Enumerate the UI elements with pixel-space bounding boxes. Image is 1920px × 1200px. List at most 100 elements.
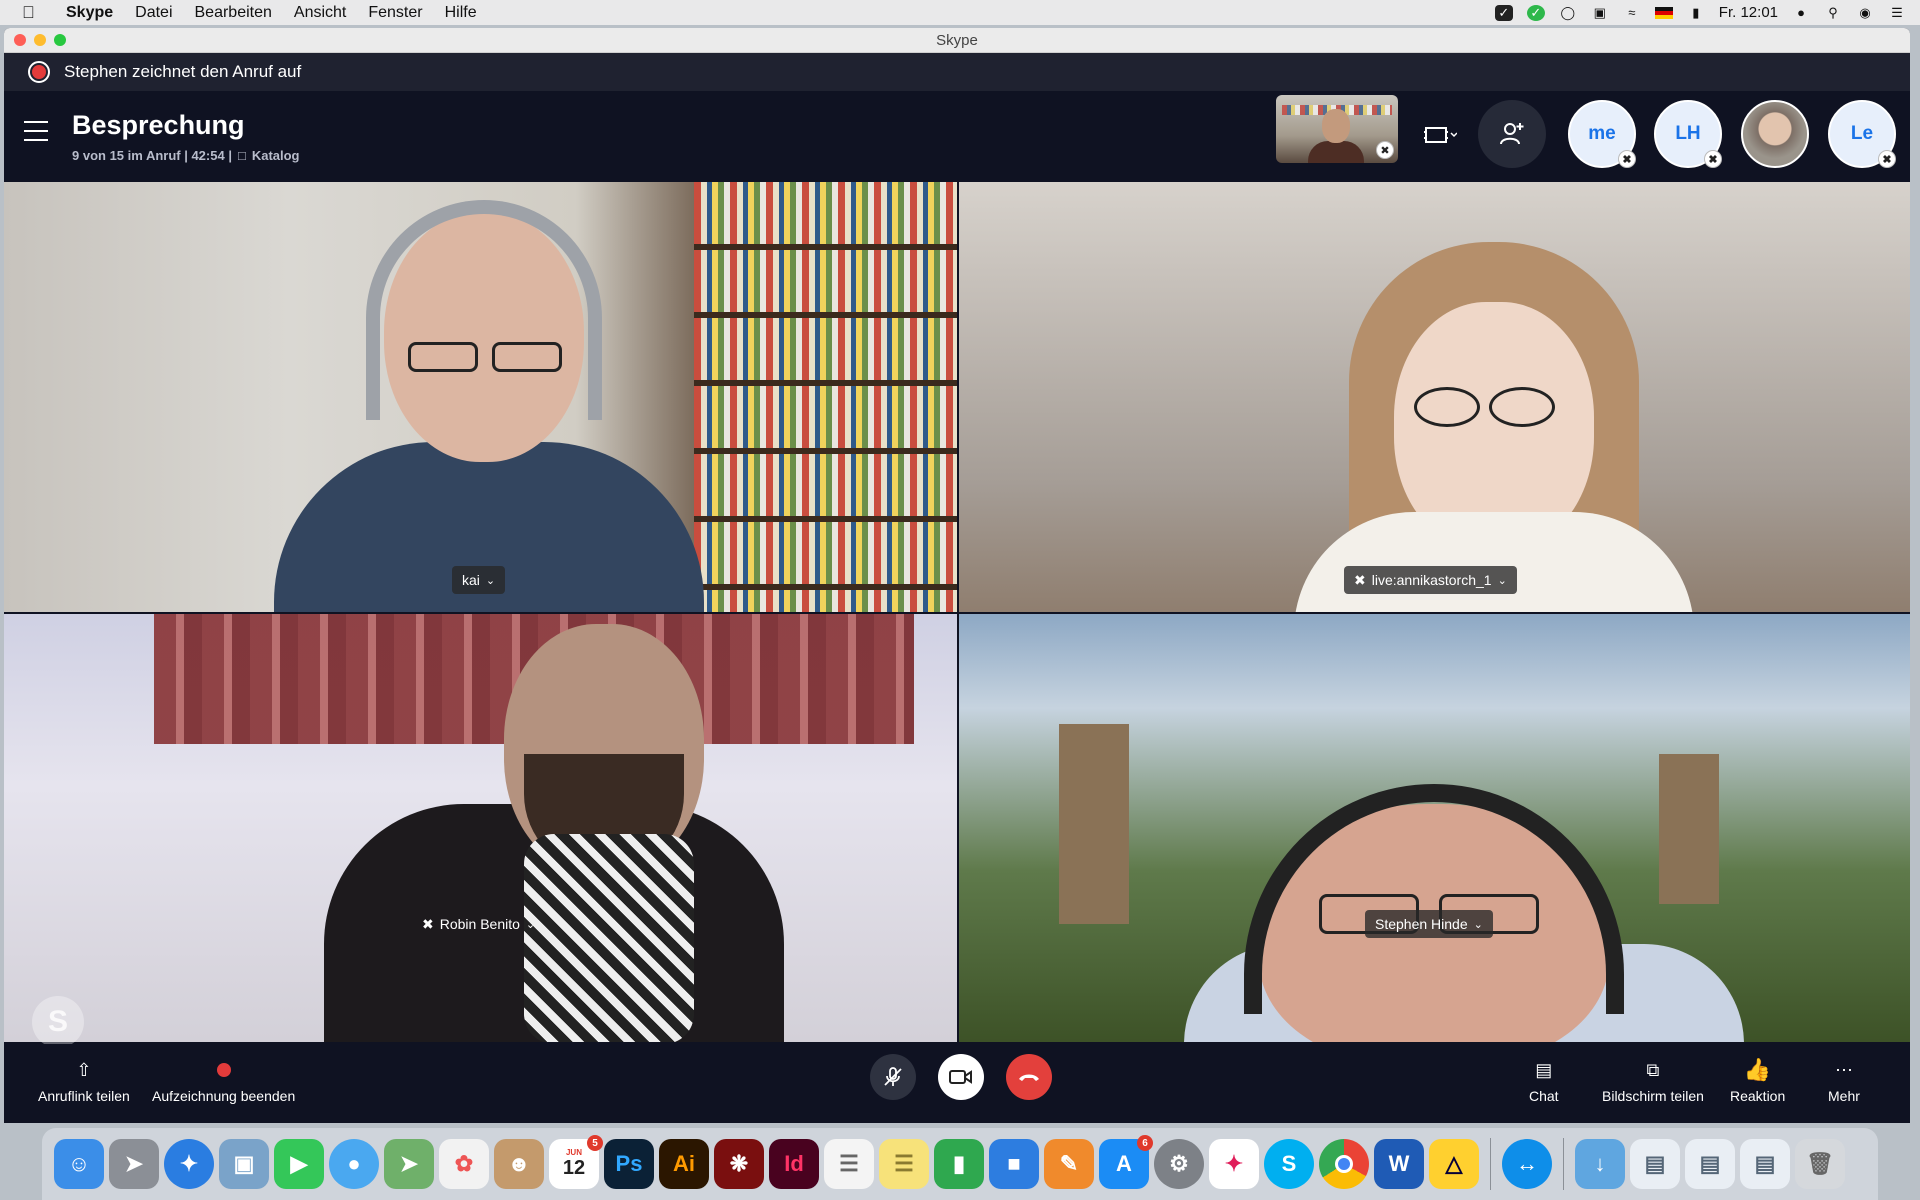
dock-pages-icon[interactable]: ✎ <box>1044 1139 1094 1189</box>
dock-window-thumbnail-icon[interactable]: ▤ <box>1630 1139 1680 1189</box>
display-icon[interactable]: ▣ <box>1591 5 1609 21</box>
share-link-button[interactable]: ⇧ Anruflink teilen <box>38 1058 130 1105</box>
video-tile-annikastorch[interactable]: ✖ live:annikastorch_1 ⌄ <box>959 182 1910 612</box>
participant-avatar-lh[interactable]: LH ✖ <box>1654 100 1722 168</box>
bridge-tower-right <box>1659 754 1719 904</box>
dock-appstore-icon[interactable]: A6 <box>1099 1135 1153 1189</box>
stop-recording-label: Aufzeichnung beenden <box>152 1088 296 1104</box>
share-screen-button[interactable]: ⧉ Bildschirm teilen <box>1602 1058 1704 1105</box>
participant-name-pill[interactable]: Stephen Hinde ⌄ <box>1365 910 1493 938</box>
dock-word-icon[interactable]: W <box>1374 1139 1424 1189</box>
share-link-label: Anruflink teilen <box>38 1088 130 1104</box>
creative-cloud-icon[interactable]: ◯ <box>1559 5 1577 21</box>
toggle-video-button[interactable] <box>938 1054 984 1100</box>
menu-hilfe[interactable]: Hilfe <box>445 4 477 22</box>
recording-banner-text: Stephen zeichnet den Anruf auf <box>64 62 302 81</box>
battery-icon[interactable]: ▮ <box>1687 5 1705 21</box>
dock-messages-icon[interactable]: ● <box>329 1139 379 1189</box>
notification-center-icon[interactable]: ☰ <box>1888 5 1906 21</box>
chevron-down-icon: ⌄ <box>1473 918 1483 931</box>
chat-button[interactable]: ▤ Chat <box>1529 1058 1559 1105</box>
menu-ansicht[interactable]: Ansicht <box>294 4 346 22</box>
switch-layout-button[interactable] <box>1416 115 1464 155</box>
dock-numbers-icon[interactable]: ▮ <box>934 1139 984 1189</box>
dock-reminders-icon[interactable]: ☰ <box>824 1139 874 1189</box>
dock-photoshop-icon[interactable]: Ps <box>604 1139 654 1189</box>
dock-skype-icon[interactable]: S <box>1264 1139 1314 1189</box>
reaction-button[interactable]: 👍 Reaktion <box>1730 1057 1786 1104</box>
conversation-title[interactable]: Besprechung <box>72 110 245 141</box>
participant-avatar-photo[interactable] <box>1741 100 1809 168</box>
more-options-button[interactable]: ⋯ Mehr <box>1828 1058 1860 1105</box>
check-status-icon[interactable]: ✓ <box>1526 4 1545 21</box>
chevron-down-icon: ⌄ <box>1497 574 1507 587</box>
macos-dock: ☺ ➤ ✦ ▣ ▶ ● ➤ ✿ ☻ JUN 12 5 Ps Ai ❋ Id ☰ … <box>42 1128 1878 1200</box>
dock-teamviewer-icon[interactable]: ↔ <box>1502 1139 1552 1189</box>
skype-logo-icon: S <box>32 996 84 1048</box>
spotlight-search-icon[interactable]: ⚲ <box>1824 5 1842 21</box>
dock-miro-icon[interactable]: △ <box>1429 1139 1479 1189</box>
dock-keynote-icon[interactable]: ■ <box>989 1139 1039 1189</box>
hamburger-menu-icon[interactable] <box>24 121 48 141</box>
dock-illustrator-icon[interactable]: Ai <box>659 1139 709 1189</box>
call-subtitle: 9 von 15 im Anruf | 42:54 | □ Katalog <box>72 148 300 163</box>
dock-photos-icon[interactable]: ✿ <box>439 1139 489 1189</box>
menu-app-skype[interactable]: Skype <box>66 4 113 22</box>
avatar-initials: me <box>1588 123 1616 144</box>
self-video-preview[interactable]: ✖ <box>1276 95 1398 163</box>
dock-preview-icon[interactable]: ▣ <box>219 1139 269 1189</box>
wifi-icon[interactable]: ≈ <box>1623 5 1641 21</box>
participant-name: Robin Benito <box>439 916 520 932</box>
status-app-icon[interactable]: ✓ <box>1494 4 1513 21</box>
dock-maps-icon[interactable]: ➤ <box>384 1139 434 1189</box>
reaction-label: Reaktion <box>1730 1088 1786 1104</box>
participant-name-pill[interactable]: kai ⌄ <box>452 566 506 594</box>
dock-system-preferences-icon[interactable]: ⚙ <box>1154 1139 1204 1189</box>
record-icon <box>216 1058 231 1082</box>
hang-up-button[interactable] <box>1006 1054 1052 1100</box>
dock-trash-icon[interactable]: 🗑 <box>1795 1139 1845 1189</box>
keyboard-flag-icon[interactable] <box>1654 6 1673 19</box>
add-participant-button[interactable] <box>1478 100 1546 168</box>
participant-name-pill[interactable]: ✖ Robin Benito ⌄ <box>412 910 545 938</box>
menu-datei[interactable]: Datei <box>135 4 172 22</box>
menu-fenster[interactable]: Fenster <box>368 4 422 22</box>
dock-safari-icon[interactable]: ✦ <box>164 1139 214 1189</box>
dock-downloads-folder-icon[interactable]: ↓ <box>1575 1139 1625 1189</box>
calendar-day: 12 <box>562 1157 586 1179</box>
apple-menu-icon[interactable]:  <box>22 3 44 23</box>
menu-bearbeiten[interactable]: Bearbeiten <box>195 4 272 22</box>
siri-icon[interactable]: ◉ <box>1856 5 1874 21</box>
stop-recording-button[interactable]: Aufzeichnung beenden <box>152 1058 295 1104</box>
dock-slack-icon[interactable]: ✦ <box>1209 1139 1259 1189</box>
dock-calendar-icon[interactable]: JUN 12 5 <box>549 1135 603 1189</box>
participant-avatar-me[interactable]: me ✖ <box>1568 100 1636 168</box>
mic-off-icon: ✖ <box>1376 141 1394 159</box>
call-header: Besprechung 9 von 15 im Anruf | 42:54 | … <box>4 91 1910 182</box>
participant-avatar-le[interactable]: Le ✖ <box>1828 100 1896 168</box>
headphones <box>366 200 602 420</box>
video-tile-kai[interactable]: kai ⌄ <box>4 182 957 612</box>
dock-notes-icon[interactable]: ☰ <box>879 1139 929 1189</box>
dock-indesign-icon[interactable]: Id <box>769 1139 819 1189</box>
menubar-clock[interactable]: Fr. 12:01 <box>1719 4 1778 21</box>
dock-window-thumbnail-icon[interactable]: ▤ <box>1685 1139 1735 1189</box>
video-tile-robin-benito[interactable]: ✖ Robin Benito ⌄ <box>4 614 957 1042</box>
dock-acrobat-icon[interactable]: ❋ <box>714 1139 764 1189</box>
avatar-initials: LH <box>1675 123 1701 144</box>
dock-chrome-icon[interactable] <box>1319 1139 1369 1189</box>
user-icon[interactable]: ● <box>1792 5 1810 21</box>
dock-separator <box>1563 1138 1564 1190</box>
catalog-link[interactable]: Katalog <box>252 148 300 163</box>
video-tile-stephen-hinde[interactable]: Stephen Hinde ⌄ <box>959 614 1910 1042</box>
dock-window-thumbnail-icon[interactable]: ▤ <box>1740 1139 1790 1189</box>
participant-name-pill[interactable]: ✖ live:annikastorch_1 ⌄ <box>1344 566 1517 594</box>
dock-facetime-icon[interactable]: ▶ <box>274 1139 324 1189</box>
participant-name: kai <box>462 572 480 588</box>
mute-microphone-button[interactable] <box>870 1054 916 1100</box>
dock-finder-icon[interactable]: ☺ <box>54 1139 104 1189</box>
window-titlebar[interactable]: Skype <box>4 28 1910 53</box>
dock-contacts-icon[interactable]: ☻ <box>494 1139 544 1189</box>
mic-off-icon: ✖ <box>422 915 434 932</box>
dock-launchpad-icon[interactable]: ➤ <box>109 1139 159 1189</box>
